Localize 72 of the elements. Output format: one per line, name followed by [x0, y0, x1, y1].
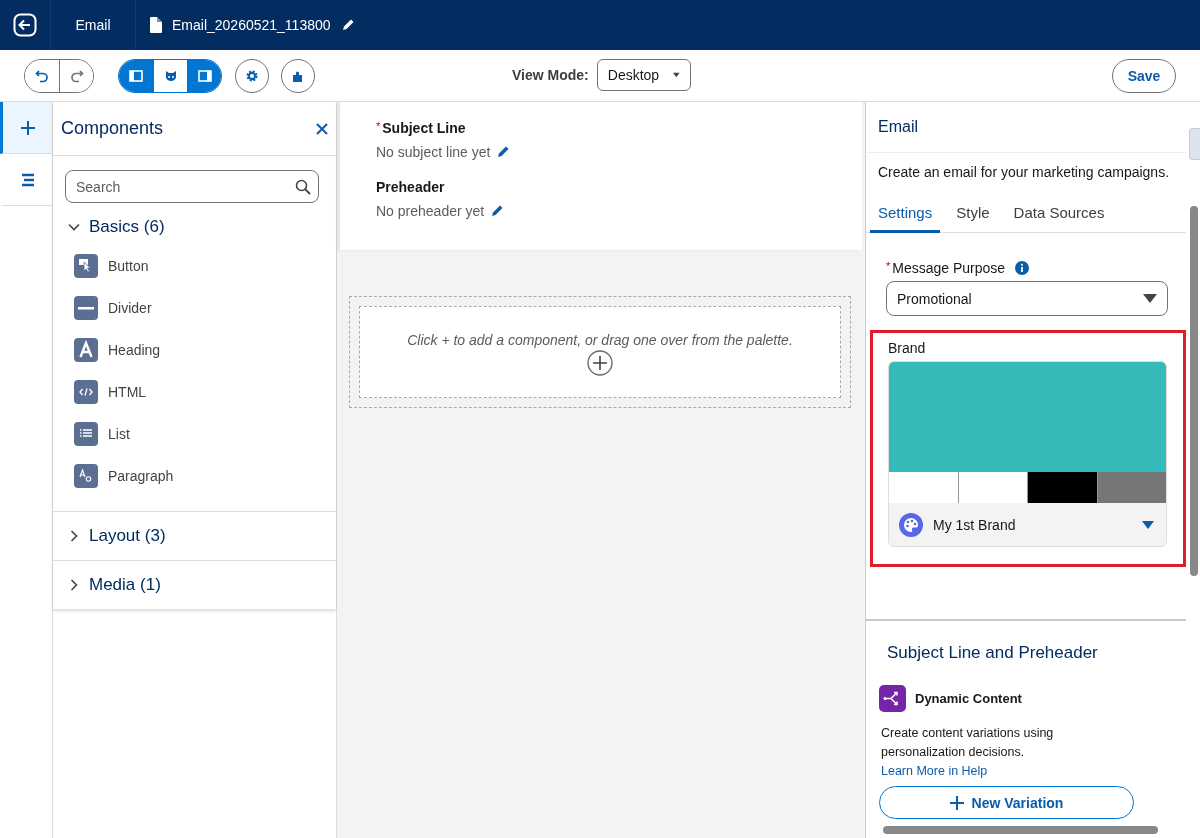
- panel-toggle[interactable]: [187, 59, 221, 92]
- scrollbar[interactable]: [883, 826, 1158, 834]
- redo-button[interactable]: [59, 59, 93, 92]
- close-icon[interactable]: [316, 122, 328, 135]
- redo-icon: [69, 68, 84, 83]
- settings-icon: [245, 68, 259, 83]
- divider-component-icon: [74, 296, 98, 320]
- section-label: Email: [75, 17, 111, 33]
- add-tab[interactable]: [0, 102, 52, 154]
- view-mode-select[interactable]: Desktop: [596, 59, 691, 91]
- outline-icon: [20, 172, 35, 187]
- puzzle-button[interactable]: [281, 58, 315, 93]
- tab[interactable]: Style: [948, 204, 998, 233]
- purpose-select[interactable]: Promotional: [886, 281, 1168, 316]
- info-icon[interactable]: [1015, 261, 1030, 275]
- scrollbar[interactable]: [1190, 206, 1198, 576]
- group-label[interactable]: Media (1): [89, 575, 161, 595]
- branch-icon: [879, 685, 906, 712]
- field-value: No subject line yet: [376, 144, 491, 160]
- add-icon: [19, 119, 36, 136]
- group-label[interactable]: Basics (6): [89, 217, 165, 237]
- feature-description: Create content variations using personalization decisions. Learn More in Help: [881, 725, 1055, 780]
- drop-hint: Click + to add a component, or drag one over from the palette.: [407, 332, 793, 348]
- panel-title: Components: [61, 118, 164, 139]
- view-toggle-group[interactable]: [118, 58, 222, 93]
- panel-icon: [129, 68, 143, 83]
- section-title: Subject Line and Preheader: [887, 643, 1098, 662]
- feature-title: Dynamic Content: [915, 691, 1022, 706]
- save-button[interactable]: Save: [1112, 58, 1176, 93]
- panel-title: Email: [878, 118, 918, 136]
- pencil-icon[interactable]: [490, 204, 505, 218]
- brand-name: My 1st Brand: [933, 516, 1016, 533]
- document-icon: [150, 17, 162, 33]
- face-icon: [163, 68, 178, 83]
- component-item[interactable]: Heading: [53, 329, 336, 371]
- help-link[interactable]: Learn More in Help: [881, 764, 988, 778]
- field-label: Brand: [888, 340, 926, 356]
- group-label[interactable]: Layout (3): [89, 526, 166, 546]
- html-component-icon: [74, 380, 98, 404]
- search-field[interactable]: Search: [65, 170, 319, 203]
- panel-description: Create an email for your marketing campaigns.: [878, 164, 1170, 180]
- tab[interactable]: Settings: [870, 204, 941, 233]
- search-icon[interactable]: [295, 179, 311, 195]
- panel-handle[interactable]: [1189, 128, 1200, 160]
- field-value: No preheader yet: [376, 203, 485, 219]
- tab[interactable]: Data Sources: [1005, 204, 1113, 233]
- component-item[interactable]: Button: [53, 245, 336, 287]
- new-variation-icon: [949, 795, 964, 810]
- component-item[interactable]: List: [53, 413, 336, 455]
- button-component-icon: [74, 254, 98, 278]
- new-variation-button[interactable]: New Variation: [879, 786, 1134, 819]
- component-item[interactable]: Paragraph: [53, 455, 336, 497]
- field-label: $^{*}$Subject Line: [376, 120, 467, 136]
- view-mode-label: View Mode:: [512, 67, 589, 83]
- panel-toggle[interactable]: [119, 59, 153, 92]
- settings-button[interactable]: [235, 58, 269, 93]
- file-name: Email_20260521_113800: [172, 17, 331, 33]
- component-item[interactable]: Divider: [53, 287, 336, 329]
- field-label: Preheader: [376, 179, 446, 195]
- palette-icon: [899, 512, 923, 537]
- panel-icon: [197, 68, 212, 83]
- list-component-icon: [74, 422, 98, 446]
- component-item[interactable]: HTML: [53, 371, 336, 413]
- undo-icon: [35, 68, 49, 83]
- add-icon[interactable]: [587, 350, 613, 376]
- heading-component-icon: [74, 338, 98, 362]
- brand-picker[interactable]: My 1st Brand: [888, 361, 1167, 547]
- field-label: $^{*}$Message Purpose: [886, 260, 1006, 276]
- paragraph-component-icon: [74, 464, 98, 488]
- pencil-icon[interactable]: [496, 145, 511, 159]
- caret-icon[interactable]: [1142, 520, 1154, 529]
- back-icon[interactable]: [13, 13, 37, 37]
